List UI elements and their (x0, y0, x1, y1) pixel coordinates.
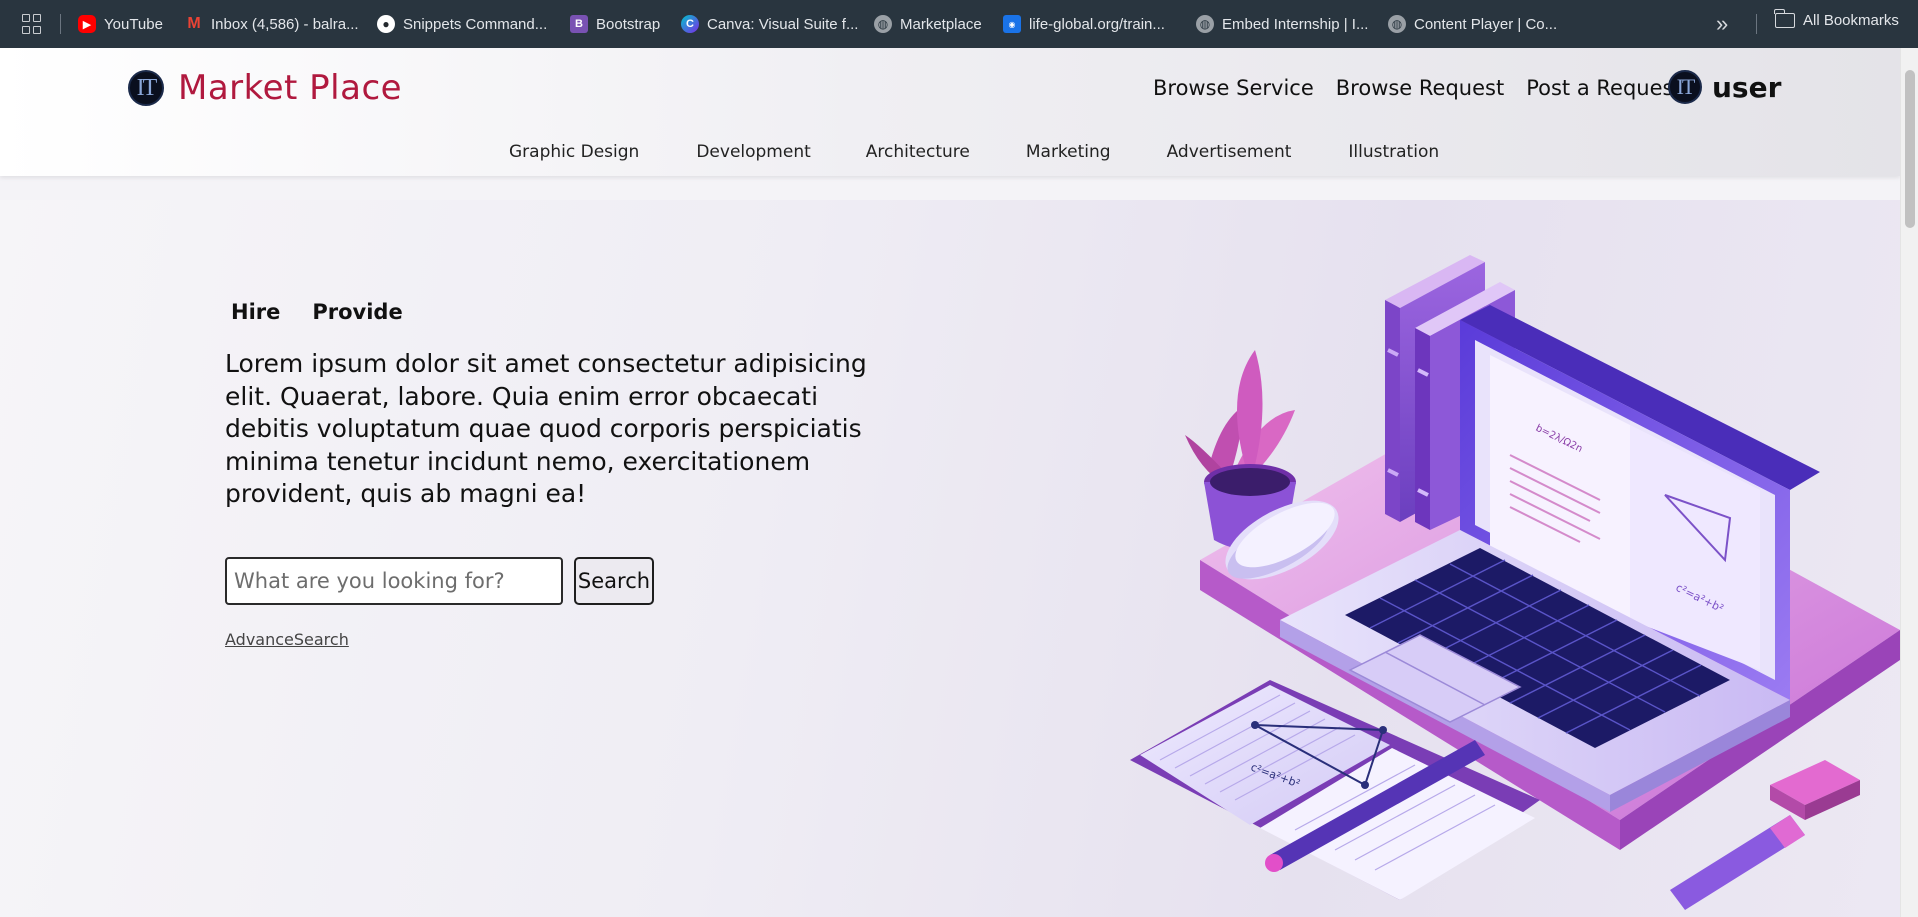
hero-description: Lorem ipsum dolor sit amet consectetur a… (225, 349, 867, 508)
nav-browse-request[interactable]: Browse Request (1336, 76, 1504, 100)
nav-post-request[interactable]: Post a Request (1526, 76, 1681, 100)
bookmark-bootstrap[interactable]: B Bootstrap (570, 12, 660, 36)
gmail-icon: M (187, 15, 201, 32)
category-architecture[interactable]: Architecture (866, 142, 970, 162)
search-button[interactable]: Search (574, 557, 654, 605)
all-bookmarks-label: All Bookmarks (1803, 12, 1899, 29)
tab-provide[interactable]: Provide (312, 300, 402, 324)
globe-icon: ◍ (1388, 15, 1406, 33)
user-name: user (1712, 70, 1782, 104)
hero-section: Hire Provide Lorem ipsum dolor sit amet … (0, 200, 1900, 917)
globe-icon: ◍ (1196, 15, 1214, 33)
apps-grid-icon[interactable] (22, 14, 42, 34)
category-graphic-design[interactable]: Graphic Design (509, 142, 639, 162)
top-nav: Browse Service Browse Request Post a Req… (1153, 76, 1704, 100)
all-bookmarks-button[interactable]: All Bookmarks (1774, 9, 1899, 29)
bookmark-label: Snippets Command... (403, 15, 548, 33)
bookmark-life-global[interactable]: ◉ life-global.org/train... (1003, 12, 1165, 36)
folder-icon (1774, 9, 1795, 28)
life-global-icon: ◉ (1003, 15, 1021, 33)
bookmark-label: life-global.org/train... (1029, 15, 1165, 33)
workspace-illustration: b=2λ/Ω2n c²=a²+b² c²=a²+b² (1130, 255, 1900, 910)
bootstrap-icon: B (570, 15, 588, 33)
bookmarks-separator (60, 14, 61, 34)
bookmark-label: Embed Internship | I... (1222, 15, 1369, 33)
site-header: IT Market Place Browse Service Browse Re… (0, 48, 1900, 176)
bookmark-label: Marketplace (900, 15, 982, 33)
bookmark-embed-internship[interactable]: ◍ Embed Internship | I... (1196, 12, 1368, 36)
user-avatar-icon: IT (1668, 70, 1702, 104)
bookmark-gmail[interactable]: M Inbox (4,586) - balra... (185, 12, 359, 36)
tab-hire[interactable]: Hire (231, 300, 280, 324)
search-input[interactable] (225, 557, 563, 605)
bookmark-canva[interactable]: C Canva: Visual Suite f... (681, 12, 858, 36)
canva-icon: C (681, 15, 699, 33)
bookmark-label: Bootstrap (596, 15, 661, 33)
brand[interactable]: IT Market Place (128, 68, 402, 108)
bookmark-label: Inbox (4,586) - balra... (211, 15, 359, 33)
web-page: IT Market Place Browse Service Browse Re… (0, 48, 1900, 917)
eraser-icon (1770, 760, 1860, 820)
category-marketing[interactable]: Marketing (1026, 142, 1111, 162)
bookmark-content-player[interactable]: ◍ Content Player | Co... (1388, 12, 1557, 36)
more-bookmarks-chevron-icon[interactable]: » (1716, 11, 1728, 37)
bookmark-youtube[interactable]: ▶ YouTube (78, 12, 163, 36)
hero-tabs: Hire Provide (231, 300, 403, 324)
nav-browse-service[interactable]: Browse Service (1153, 76, 1314, 100)
bookmark-label: Content Player | Co... (1414, 15, 1558, 33)
github-icon: ● (377, 15, 395, 33)
category-illustration[interactable]: Illustration (1348, 142, 1439, 162)
bookmarks-bar: ▶ YouTube M Inbox (4,586) - balra... ● S… (0, 0, 1918, 48)
bookmark-label: Canva: Visual Suite f... (707, 15, 859, 33)
category-advertisement[interactable]: Advertisement (1167, 142, 1292, 162)
category-nav: Graphic Design Development Architecture … (509, 142, 1439, 162)
page-scrollbar[interactable] (1900, 48, 1918, 917)
youtube-icon: ▶ (78, 15, 96, 33)
marker-icon (1670, 815, 1805, 910)
user-menu[interactable]: IT user (1668, 70, 1781, 104)
advance-search-link[interactable]: AdvanceSearch (225, 630, 349, 649)
scrollbar-thumb[interactable] (1905, 70, 1915, 228)
brand-logo-icon: IT (128, 70, 164, 106)
bookmarks-separator (1756, 14, 1757, 34)
brand-name: Market Place (178, 68, 403, 108)
bookmark-label: YouTube (104, 15, 163, 33)
category-development[interactable]: Development (696, 142, 810, 162)
globe-icon: ◍ (874, 15, 892, 33)
bookmark-marketplace[interactable]: ◍ Marketplace (874, 12, 982, 36)
bookmark-github[interactable]: ● Snippets Command... (377, 12, 547, 36)
